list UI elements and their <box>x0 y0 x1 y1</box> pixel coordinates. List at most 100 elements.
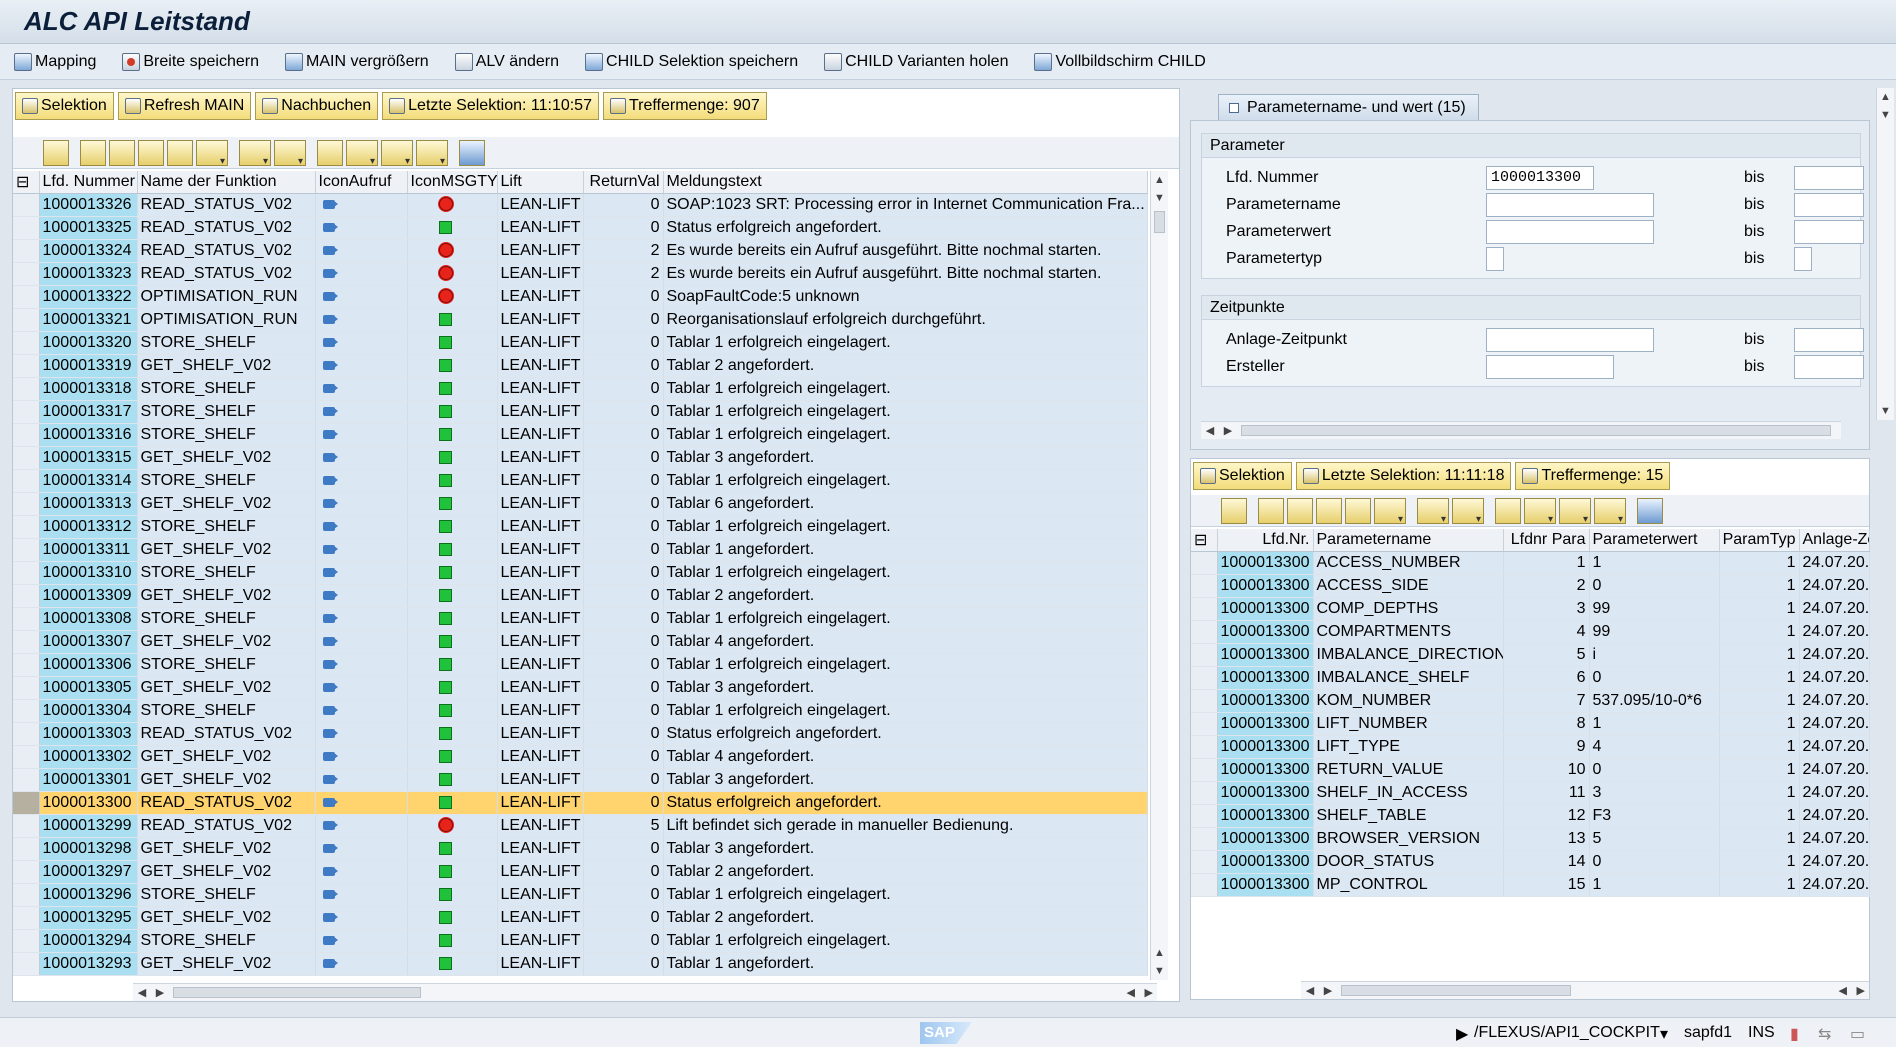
cell-icon-call[interactable] <box>315 952 408 976</box>
cell-function-name[interactable]: GET_SHELF_V02 <box>137 952 316 976</box>
row-selector[interactable] <box>13 423 40 447</box>
cell-lfd-nummer[interactable]: 1000013306 <box>39 653 138 677</box>
cell-return-val[interactable]: 0 <box>583 883 664 907</box>
cell-message-text[interactable]: Tablar 2 angefordert. <box>663 584 1148 608</box>
col-lfdnr-para[interactable]: Lfdnr Para <box>1503 529 1590 552</box>
cell-message-text[interactable]: Tablar 3 angefordert. <box>663 837 1148 861</box>
table-row[interactable]: 1000013300 READ_STATUS_V02 LEAN-LIFT 0 Statu… <box>13 791 1148 815</box>
cell-function-name[interactable]: STORE_SHELF <box>137 331 316 355</box>
cell-icon-call[interactable] <box>315 883 408 907</box>
cell-icon-call[interactable] <box>315 377 408 401</box>
table-row[interactable]: 1000013300ACCESS_SIDE20124.07.20... <box>1191 574 1870 598</box>
cell-lift[interactable]: LEAN-LIFT <box>497 929 584 953</box>
row-selector[interactable] <box>1191 620 1218 644</box>
cell-lift[interactable]: LEAN-LIFT <box>497 745 584 769</box>
row-selector[interactable] <box>13 285 40 309</box>
cell-paramtyp[interactable]: 1 <box>1719 597 1800 621</box>
row-selector[interactable] <box>1191 551 1218 575</box>
scroll-right-icon[interactable]: ▶ <box>1145 986 1153 999</box>
scroll-right-icon[interactable]: ▶ <box>1319 984 1337 997</box>
cell-paramtyp[interactable]: 1 <box>1719 620 1800 644</box>
cell-parametername[interactable]: ACCESS_SIDE <box>1313 574 1504 598</box>
cell-lfd-nr[interactable]: 1000013300 <box>1217 735 1314 759</box>
cell-paramtyp[interactable]: 1 <box>1719 781 1800 805</box>
cell-lfd-nr[interactable]: 1000013300 <box>1217 804 1314 828</box>
table-row[interactable]: 1000013321 OPTIMISATION_RUN LEAN-LIFT 0 Reor… <box>13 308 1148 332</box>
col-return-val[interactable]: ReturnVal <box>583 171 664 194</box>
cell-function-name[interactable]: STORE_SHELF <box>137 607 316 631</box>
cell-parametername[interactable]: MP_CONTROL <box>1313 873 1504 897</box>
cell-message-text[interactable]: Tablar 1 erfolgreich eingelagert. <box>663 469 1148 493</box>
row-selector[interactable] <box>13 515 40 539</box>
cell-function-name[interactable]: READ_STATUS_V02 <box>137 791 316 815</box>
row-selector[interactable] <box>13 446 40 470</box>
cell-return-val[interactable]: 0 <box>583 653 664 677</box>
cell-return-val[interactable]: 0 <box>583 607 664 631</box>
cell-message-text[interactable]: Tablar 1 erfolgreich eingelagert. <box>663 607 1148 631</box>
row-selector[interactable] <box>13 906 40 930</box>
sort-descending-icon[interactable] <box>1287 497 1313 524</box>
lfd-nummer-from-input[interactable]: 1000013300 <box>1486 166 1594 190</box>
call-icon[interactable] <box>322 406 338 416</box>
form-vertical-scrollbar[interactable]: ▲ ▼ ▼ <box>1876 88 1894 420</box>
cell-lfd-nummer[interactable]: 1000013326 <box>39 193 138 217</box>
call-icon[interactable] <box>322 199 338 209</box>
cell-lfd-nr[interactable]: 1000013300 <box>1217 643 1314 667</box>
table-row[interactable]: 1000013295 GET_SHELF_V02 LEAN-LIFT 0 Tablar … <box>13 906 1148 930</box>
cell-paramtyp[interactable]: 1 <box>1719 758 1800 782</box>
cell-parametername[interactable]: LIFT_TYPE <box>1313 735 1504 759</box>
cell-lift[interactable]: LEAN-LIFT <box>497 699 584 723</box>
cell-icon-call[interactable] <box>315 331 408 355</box>
scroll-down-icon[interactable]: ▼ <box>1877 402 1894 420</box>
hscroll-thumb[interactable] <box>1241 425 1831 436</box>
cell-message-text[interactable]: Tablar 1 erfolgreich eingelagert. <box>663 561 1148 585</box>
call-icon[interactable] <box>322 268 338 278</box>
cell-return-val[interactable]: 0 <box>583 837 664 861</box>
cell-function-name[interactable]: OPTIMISATION_RUN <box>137 308 316 332</box>
cell-parameterwert[interactable]: 0 <box>1589 758 1720 782</box>
table-row[interactable]: 1000013307 GET_SHELF_V02 LEAN-LIFT 0 Tablar … <box>13 630 1148 654</box>
row-selector[interactable] <box>1191 735 1218 759</box>
layout-settings-icon[interactable]: ⊟ <box>1191 529 1218 552</box>
table-row[interactable]: 1000013300 KOM_NUMBER 7 537.095/10-0*6 1 24.0… <box>1191 689 1870 713</box>
table-row[interactable]: 1000013302 GET_SHELF_V02 LEAN-LIFT 0 Tablar … <box>13 745 1148 769</box>
row-selector[interactable] <box>13 561 40 585</box>
cell-anlage-zeitpunkt[interactable]: 24.07.20... <box>1799 712 1870 736</box>
call-icon[interactable] <box>322 521 338 531</box>
scroll-left-icon[interactable]: ◀ <box>1127 986 1135 999</box>
table-row[interactable]: 1000013300MP_CONTROL151124.07.20... <box>1191 873 1870 897</box>
call-icon[interactable] <box>322 774 338 784</box>
input-mode[interactable]: INS <box>1748 1024 1775 1042</box>
row-selector[interactable] <box>13 814 40 838</box>
scroll-up-icon[interactable]: ▲ <box>1877 88 1894 106</box>
cell-lfd-nr[interactable]: 1000013300 <box>1217 597 1314 621</box>
row-selector[interactable] <box>13 239 40 263</box>
table-row[interactable]: 1000013298 GET_SHELF_V02 LEAN-LIFT 0 Tablar … <box>13 837 1148 861</box>
cell-lfd-nummer[interactable]: 1000013303 <box>39 722 138 746</box>
row-selector[interactable] <box>13 768 40 792</box>
cell-function-name[interactable]: STORE_SHELF <box>137 561 316 585</box>
cell-message-text[interactable]: Tablar 1 erfolgreich eingelagert. <box>663 423 1148 447</box>
cell-anlage-zeitpunkt[interactable]: 24.07.20... <box>1799 666 1870 690</box>
cell-icon-call[interactable] <box>315 906 408 930</box>
cell-return-val[interactable]: 2 <box>583 262 664 286</box>
table-row[interactable]: 1000013300LIFT_NUMBER81124.07.20... <box>1191 712 1870 736</box>
cell-lift[interactable]: LEAN-LIFT <box>497 538 584 562</box>
col-function-name[interactable]: Name der Funktion <box>137 171 316 194</box>
cell-message-text[interactable]: Status erfolgreich angefordert. <box>663 216 1148 240</box>
call-icon[interactable] <box>322 728 338 738</box>
table-row[interactable]: 1000013312 STORE_SHELF LEAN-LIFT 0 Tablar 1 … <box>13 515 1148 539</box>
table-row[interactable]: 1000013313 GET_SHELF_V02 LEAN-LIFT 0 Tablar … <box>13 492 1148 516</box>
cell-lift[interactable]: LEAN-LIFT <box>497 653 584 677</box>
cell-icon-call[interactable] <box>315 400 408 424</box>
cell-icon-call[interactable] <box>315 699 408 723</box>
nachbuchen-button[interactable]: Nachbuchen <box>255 92 379 120</box>
cell-function-name[interactable]: READ_STATUS_V02 <box>137 216 316 240</box>
layout-menu-icon[interactable]: ⇆ <box>1818 1024 1831 1044</box>
selektion-button[interactable]: Selektion <box>15 92 114 120</box>
cell-parameterwert[interactable]: 3 <box>1589 781 1720 805</box>
parameterwert-from-input[interactable] <box>1486 220 1654 244</box>
mapping-button[interactable]: Mapping <box>14 52 96 71</box>
row-selector[interactable] <box>13 630 40 654</box>
cell-lfd-nummer[interactable]: 1000013304 <box>39 699 138 723</box>
